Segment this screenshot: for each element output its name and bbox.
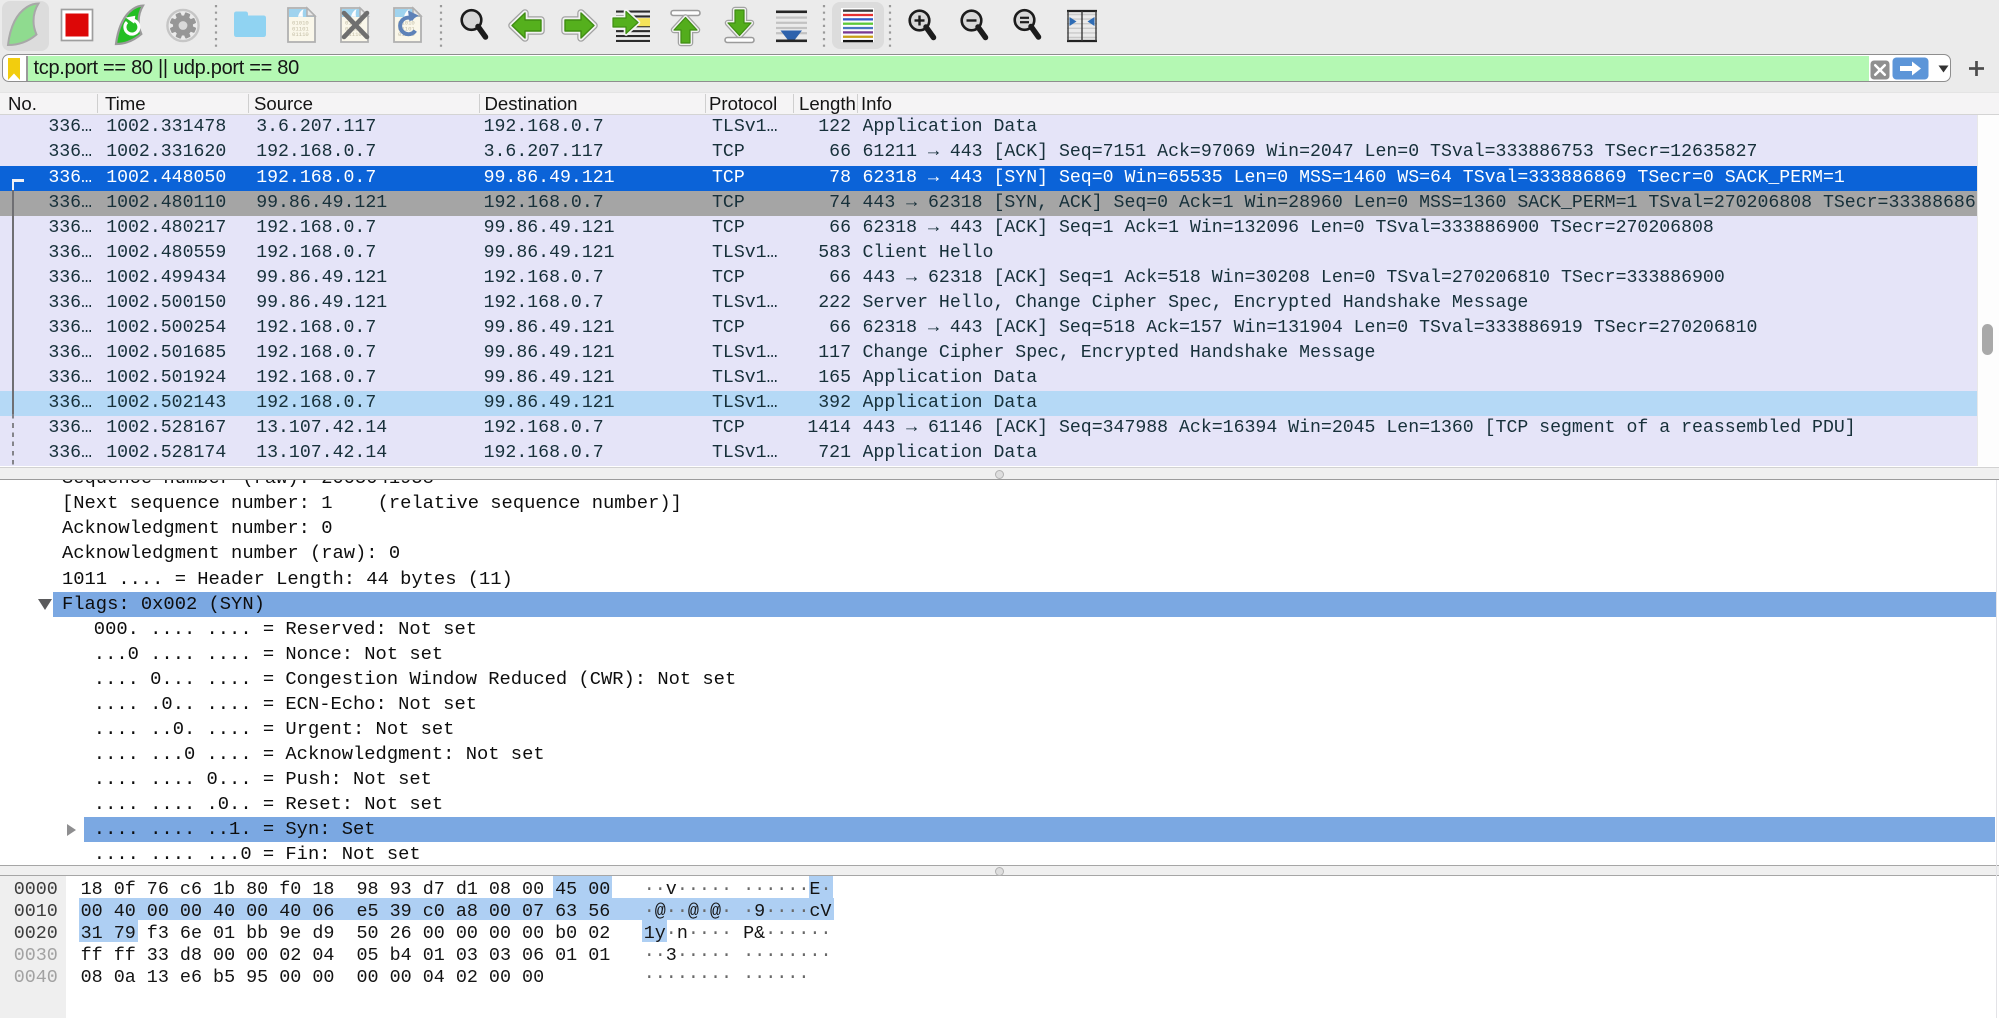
- svg-text:01110: 01110: [292, 31, 309, 38]
